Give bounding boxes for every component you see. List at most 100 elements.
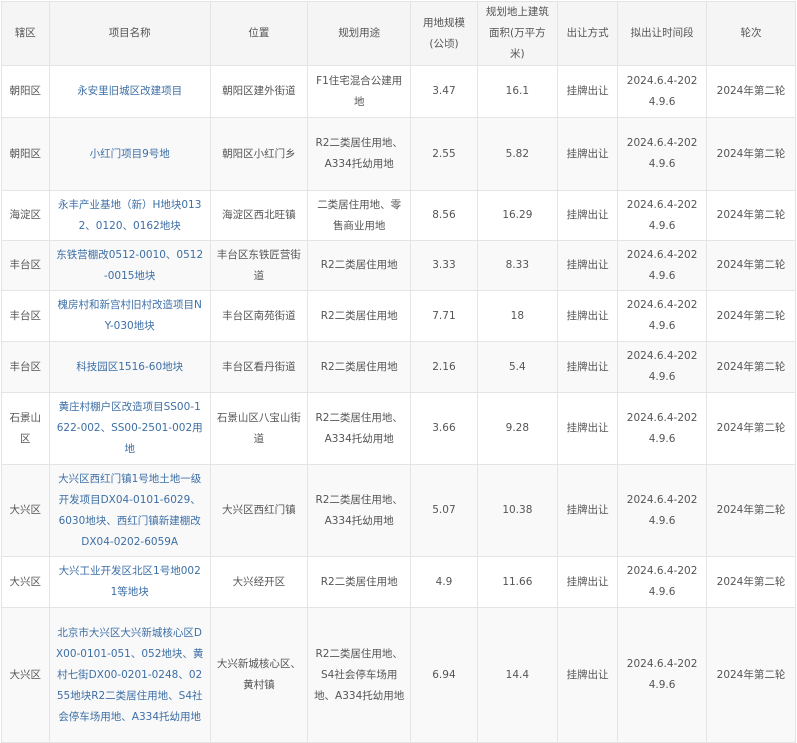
table-row: 朝阳区 永安里旧城区改建项目 朝阳区建外街道 F1住宅混合公建用地 3.47 1… — [1, 65, 796, 118]
cell-floor-area: 16.29 — [476, 190, 559, 241]
table-row: 丰台区 科技园区1516-60地块 丰台区看丹街道 R2二类居住用地 2.16 … — [1, 341, 796, 393]
cell-location: 朝阳区小红门乡 — [209, 117, 309, 191]
cell-transfer-method: 挂牌出让 — [557, 240, 619, 291]
cell-transfer-method: 挂牌出让 — [557, 607, 619, 743]
header-planned-use: 规划用途 — [306, 1, 412, 66]
project-link[interactable]: 大兴工业开发区北区1号地0021等地块 — [59, 565, 201, 598]
cell-floor-area: 5.4 — [476, 341, 559, 393]
header-transfer-period: 拟出让时间段 — [617, 1, 708, 66]
cell-transfer-method: 挂牌出让 — [557, 464, 619, 557]
cell-floor-area: 5.82 — [476, 117, 559, 191]
cell-transfer-method: 挂牌出让 — [557, 290, 619, 342]
cell-location: 海淀区西北旺镇 — [209, 190, 309, 241]
cell-location: 丰台区南苑街道 — [209, 290, 309, 342]
cell-district: 大兴区 — [1, 464, 50, 557]
cell-planned-use: 二类居住用地、零售商业用地 — [306, 190, 412, 241]
cell-project-name[interactable]: 科技园区1516-60地块 — [48, 341, 211, 393]
header-row: 辖区 项目名称 位置 规划用途 用地规模(公顷) 规划地上建筑面积(万平方米) … — [1, 1, 796, 66]
cell-project-name[interactable]: 北京市大兴区大兴新城核心区DX00-0101-051、052地块、黄村七街DX0… — [48, 607, 211, 743]
cell-round: 2024年第二轮 — [706, 464, 796, 557]
cell-land-area: 3.66 — [410, 392, 478, 465]
project-link[interactable]: 黄庄村棚户区改造项目SS00-1622-002、SS00-2501-002用地 — [57, 401, 203, 455]
project-link[interactable]: 大兴区西红门镇1号地土地一级开发项目DX04-0101-6029、6030地块、… — [58, 473, 201, 548]
cell-location: 大兴区西红门镇 — [209, 464, 309, 557]
header-district: 辖区 — [1, 1, 50, 66]
cell-transfer-period: 2024.6.4-2024.9.6 — [617, 464, 708, 557]
cell-district: 丰台区 — [1, 290, 50, 342]
land-transfer-table: 辖区 项目名称 位置 规划用途 用地规模(公顷) 规划地上建筑面积(万平方米) … — [1, 1, 796, 743]
project-link[interactable]: 永安里旧城区改建项目 — [77, 85, 182, 97]
cell-round: 2024年第二轮 — [706, 240, 796, 291]
cell-transfer-period: 2024.6.4-2024.9.6 — [617, 341, 708, 393]
cell-planned-use: R2二类居住用地、A334托幼用地 — [306, 464, 412, 557]
cell-project-name[interactable]: 槐房村和新宫村旧村改造项目NY-030地块 — [48, 290, 211, 342]
project-link[interactable]: 槐房村和新宫村旧村改造项目NY-030地块 — [58, 299, 202, 332]
cell-transfer-period: 2024.6.4-2024.9.6 — [617, 392, 708, 465]
cell-district: 朝阳区 — [1, 117, 50, 191]
cell-location: 大兴新城核心区、黄村镇 — [209, 607, 309, 743]
cell-transfer-period: 2024.6.4-2024.9.6 — [617, 65, 708, 118]
cell-round: 2024年第二轮 — [706, 117, 796, 191]
cell-district: 大兴区 — [1, 607, 50, 743]
cell-transfer-period: 2024.6.4-2024.9.6 — [617, 290, 708, 342]
cell-transfer-method: 挂牌出让 — [557, 556, 619, 608]
cell-round: 2024年第二轮 — [706, 392, 796, 465]
cell-round: 2024年第二轮 — [706, 341, 796, 393]
cell-transfer-period: 2024.6.4-2024.9.6 — [617, 607, 708, 743]
cell-planned-use: R2二类居住用地 — [306, 341, 412, 393]
cell-project-name[interactable]: 大兴区西红门镇1号地土地一级开发项目DX04-0101-6029、6030地块、… — [48, 464, 211, 557]
project-link[interactable]: 北京市大兴区大兴新城核心区DX00-0101-051、052地块、黄村七街DX0… — [56, 627, 203, 723]
table-row: 海淀区 永丰产业基地（新）H地块0132、0120、0162地块 海淀区西北旺镇… — [1, 190, 796, 241]
table-row: 大兴区 大兴区西红门镇1号地土地一级开发项目DX04-0101-6029、603… — [1, 464, 796, 557]
cell-round: 2024年第二轮 — [706, 607, 796, 743]
cell-round: 2024年第二轮 — [706, 65, 796, 118]
header-floor-area: 规划地上建筑面积(万平方米) — [476, 1, 559, 66]
cell-location: 丰台区东铁匠营街道 — [209, 240, 309, 291]
cell-location: 大兴经开区 — [209, 556, 309, 608]
table-row: 丰台区 槐房村和新宫村旧村改造项目NY-030地块 丰台区南苑街道 R2二类居住… — [1, 290, 796, 342]
cell-planned-use: R2二类居住用地 — [306, 290, 412, 342]
cell-transfer-method: 挂牌出让 — [557, 117, 619, 191]
cell-land-area: 3.33 — [410, 240, 478, 291]
header-round: 轮次 — [706, 1, 796, 66]
cell-district: 石景山区 — [1, 392, 50, 465]
cell-project-name[interactable]: 黄庄村棚户区改造项目SS00-1622-002、SS00-2501-002用地 — [48, 392, 211, 465]
cell-location: 朝阳区建外街道 — [209, 65, 309, 118]
cell-project-name[interactable]: 大兴工业开发区北区1号地0021等地块 — [48, 556, 211, 608]
cell-transfer-method: 挂牌出让 — [557, 65, 619, 118]
cell-location: 丰台区看丹街道 — [209, 341, 309, 393]
cell-project-name[interactable]: 永安里旧城区改建项目 — [48, 65, 211, 118]
table-row: 大兴区 大兴工业开发区北区1号地0021等地块 大兴经开区 R2二类居住用地 4… — [1, 556, 796, 608]
header-land-area: 用地规模(公顷) — [410, 1, 478, 66]
cell-floor-area: 16.1 — [476, 65, 559, 118]
cell-land-area: 6.94 — [410, 607, 478, 743]
cell-transfer-period: 2024.6.4-2024.9.6 — [617, 556, 708, 608]
cell-floor-area: 8.33 — [476, 240, 559, 291]
cell-floor-area: 10.38 — [476, 464, 559, 557]
cell-district: 丰台区 — [1, 341, 50, 393]
project-link[interactable]: 东铁营棚改0512-0010、0512-0015地块 — [56, 249, 203, 282]
cell-project-name[interactable]: 东铁营棚改0512-0010、0512-0015地块 — [48, 240, 211, 291]
cell-planned-use: F1住宅混合公建用地 — [306, 65, 412, 118]
cell-round: 2024年第二轮 — [706, 290, 796, 342]
project-link[interactable]: 永丰产业基地（新）H地块0132、0120、0162地块 — [58, 199, 201, 232]
cell-transfer-method: 挂牌出让 — [557, 341, 619, 393]
project-link[interactable]: 小红门项目9号地 — [90, 148, 170, 160]
cell-land-area: 2.55 — [410, 117, 478, 191]
cell-land-area: 2.16 — [410, 341, 478, 393]
project-link[interactable]: 科技园区1516-60地块 — [76, 361, 183, 373]
cell-district: 大兴区 — [1, 556, 50, 608]
header-transfer-method: 出让方式 — [557, 1, 619, 66]
cell-planned-use: R2二类居住用地 — [306, 556, 412, 608]
header-project-name: 项目名称 — [48, 1, 211, 66]
cell-project-name[interactable]: 小红门项目9号地 — [48, 117, 211, 191]
cell-land-area: 3.47 — [410, 65, 478, 118]
header-location: 位置 — [209, 1, 309, 66]
cell-district: 朝阳区 — [1, 65, 50, 118]
cell-transfer-period: 2024.6.4-2024.9.6 — [617, 190, 708, 241]
cell-planned-use: R2二类居住用地、A334托幼用地 — [306, 117, 412, 191]
cell-floor-area: 14.4 — [476, 607, 559, 743]
table-row: 朝阳区 小红门项目9号地 朝阳区小红门乡 R2二类居住用地、A334托幼用地 2… — [1, 117, 796, 191]
cell-project-name[interactable]: 永丰产业基地（新）H地块0132、0120、0162地块 — [48, 190, 211, 241]
cell-floor-area: 9.28 — [476, 392, 559, 465]
